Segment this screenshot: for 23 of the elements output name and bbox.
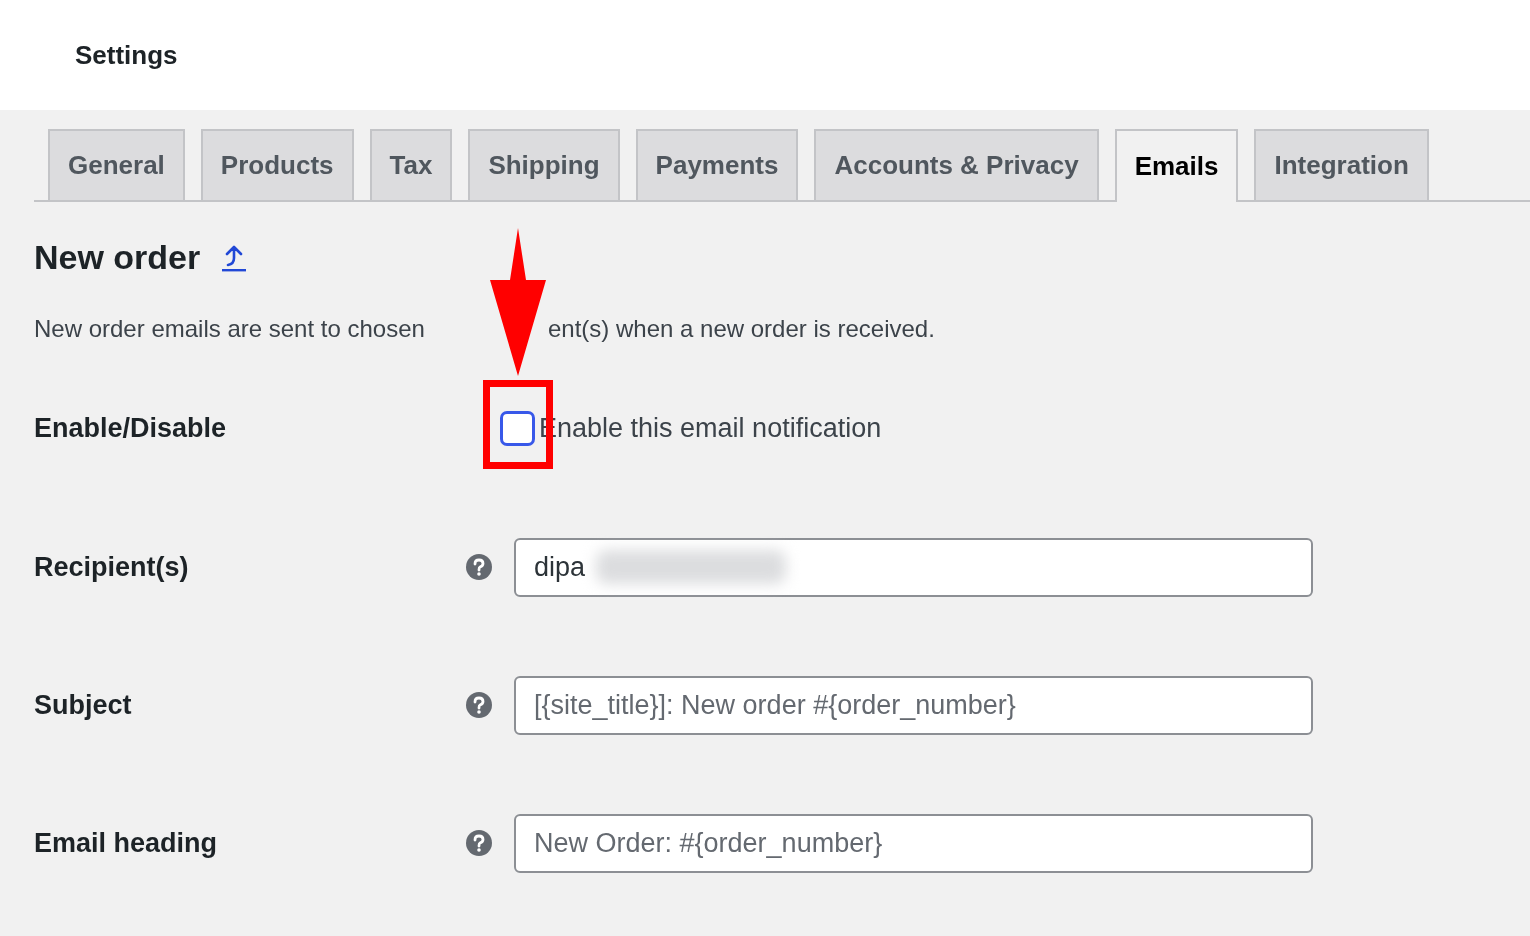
tab[interactable]: Accounts & Privacy bbox=[814, 129, 1099, 200]
tab[interactable]: Products bbox=[200, 129, 354, 200]
help-icon[interactable] bbox=[466, 692, 492, 718]
help-icon[interactable] bbox=[466, 554, 492, 580]
text-field[interactable]: New Order: #{order_number} bbox=[514, 813, 1313, 873]
tab[interactable]: Emails bbox=[1114, 129, 1239, 202]
help-icon[interactable] bbox=[466, 830, 492, 856]
tab[interactable]: Payments bbox=[635, 129, 799, 200]
tab[interactable]: Shipping bbox=[468, 129, 620, 200]
text-field[interactable]: [{site_title}]: New order #{order_number} bbox=[514, 675, 1313, 735]
tab[interactable]: General bbox=[48, 129, 185, 200]
section-title: New order bbox=[34, 238, 201, 277]
description-text: ent(s) when a new order is received. bbox=[548, 315, 936, 343]
checkbox[interactable] bbox=[500, 411, 535, 446]
field-label: Recipient(s) bbox=[34, 551, 190, 583]
page-title: Settings bbox=[75, 39, 178, 71]
upload-link-icon[interactable] bbox=[222, 243, 247, 272]
tab[interactable]: Tax bbox=[369, 129, 453, 200]
tab[interactable]: Integration bbox=[1254, 129, 1429, 200]
field-label: Subject bbox=[34, 689, 133, 721]
field-label: Enable/Disable bbox=[34, 413, 228, 444]
field-label: Email heading bbox=[34, 827, 219, 859]
description-text: New order emails are sent to chosen bbox=[34, 315, 426, 343]
